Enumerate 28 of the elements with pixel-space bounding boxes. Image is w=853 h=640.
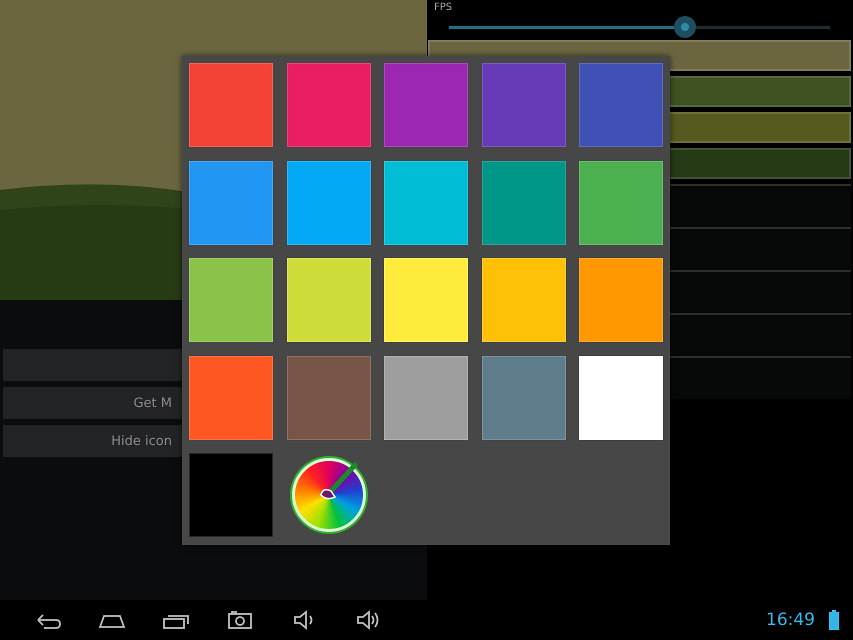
clock-time: 16:49 bbox=[766, 610, 815, 630]
color-swatch[interactable] bbox=[384, 160, 468, 244]
color-swatch[interactable] bbox=[482, 258, 566, 342]
color-swatch[interactable] bbox=[189, 258, 273, 342]
battery-icon bbox=[829, 610, 839, 630]
color-swatch[interactable] bbox=[384, 258, 468, 342]
fps-label: FPS bbox=[433, 2, 454, 15]
color-swatch[interactable] bbox=[579, 258, 663, 342]
color-swatch[interactable] bbox=[384, 63, 468, 147]
volume-up-icon bbox=[355, 610, 381, 630]
color-swatch[interactable] bbox=[286, 160, 370, 244]
color-swatch[interactable] bbox=[482, 356, 566, 440]
color-swatch[interactable] bbox=[579, 356, 663, 440]
camera-icon bbox=[227, 610, 253, 630]
color-swatch[interactable] bbox=[482, 160, 566, 244]
color-swatch[interactable] bbox=[189, 63, 273, 147]
color-swatch[interactable] bbox=[286, 258, 370, 342]
color-wheel-icon[interactable] bbox=[292, 458, 366, 532]
color-swatch[interactable] bbox=[286, 356, 370, 440]
color-swatch[interactable] bbox=[579, 160, 663, 244]
color-swatch[interactable] bbox=[189, 160, 273, 244]
color-swatch[interactable] bbox=[286, 63, 370, 147]
slider-thumb[interactable] bbox=[674, 16, 696, 38]
color-swatch[interactable] bbox=[189, 453, 273, 537]
color-swatch[interactable] bbox=[482, 63, 566, 147]
color-swatch[interactable] bbox=[384, 356, 468, 440]
color-swatch[interactable] bbox=[579, 63, 663, 147]
color-swatch[interactable] bbox=[189, 356, 273, 440]
